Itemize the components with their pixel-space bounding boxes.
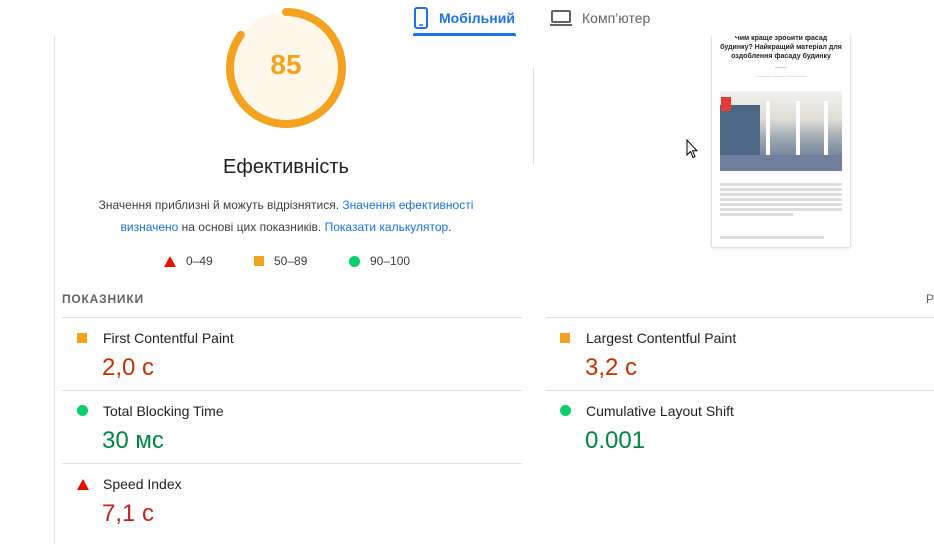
legend-label: 0–49 <box>186 254 213 268</box>
preview-heading: Чим краще зробити фасад будинку? Найкращ… <box>720 36 842 60</box>
description-text-2: на основі цих показників. <box>181 220 322 234</box>
page-screenshot-preview: Чим краще зробити фасад будинку? Найкращ… <box>711 36 851 248</box>
tab-mobile-label: Мобільний <box>439 10 515 26</box>
active-tab-indicator <box>413 33 516 36</box>
description-period: . <box>448 220 452 234</box>
metrics-heading: ПОКАЗНИКИ <box>62 292 144 306</box>
legend-label: 50–89 <box>274 254 308 268</box>
metrics-divider <box>546 390 934 391</box>
preview-text-lines <box>720 181 842 218</box>
green-circle-icon <box>560 405 571 416</box>
metric-tbt-value: 30 мс <box>102 427 164 454</box>
red-triangle-icon <box>77 479 89 490</box>
metrics-divider <box>546 317 934 318</box>
legend-average: 50–89 <box>254 254 307 268</box>
tab-mobile[interactable]: Мобільний <box>413 0 515 36</box>
metric-lcp-title: Largest Contentful Paint <box>586 330 737 346</box>
metric-cls-value: 0.001 <box>585 427 646 454</box>
calculator-link[interactable]: Показати калькулятор <box>325 220 449 234</box>
orange-square-icon <box>254 256 264 266</box>
preview-separator <box>775 67 787 68</box>
green-circle-icon <box>349 255 360 267</box>
metric-fcp-title: First Contentful Paint <box>103 330 234 346</box>
preview-text-lines-2 <box>720 236 842 239</box>
legend-poor: 0–49 <box>164 254 213 268</box>
metric-cls-title: Cumulative Layout Shift <box>586 403 734 419</box>
description-text: Значення приблизні й можуть відрізнятися… <box>98 198 340 212</box>
mouse-cursor-icon <box>686 139 698 159</box>
metric-lcp-value: 3,2 с <box>585 354 638 381</box>
legend-good: 90–100 <box>349 254 410 268</box>
orange-square-icon <box>560 333 570 343</box>
preview-image <box>720 91 842 171</box>
tab-desktop[interactable]: Комп’ютер <box>550 0 650 36</box>
metric-tbt-title: Total Blocking Time <box>103 403 224 419</box>
preview-meta: ———— ——— —— ——— <box>755 73 807 78</box>
score-value: 85 <box>270 49 302 80</box>
orange-square-icon <box>77 333 87 343</box>
score-title: Ефективність <box>223 156 349 178</box>
metrics-divider <box>62 317 522 318</box>
legend-label: 90–100 <box>370 254 411 268</box>
metrics-divider <box>62 390 522 391</box>
metrics-divider <box>62 463 522 464</box>
score-description: Значення приблизні й можуть відрізнятися… <box>86 194 486 238</box>
metric-fcp-value: 2,0 с <box>102 354 155 381</box>
smartphone-icon <box>413 7 429 29</box>
divider <box>533 68 534 164</box>
red-triangle-icon <box>164 255 176 267</box>
metric-si-title: Speed Index <box>103 476 182 492</box>
metrics-right-heading: Р <box>926 292 934 306</box>
tab-desktop-label: Комп’ютер <box>582 10 651 26</box>
preview-badge <box>721 97 731 111</box>
laptop-icon <box>550 9 572 27</box>
metric-si-value: 7,1 с <box>102 500 155 527</box>
left-guide-line <box>54 36 55 544</box>
green-circle-icon <box>77 405 88 416</box>
